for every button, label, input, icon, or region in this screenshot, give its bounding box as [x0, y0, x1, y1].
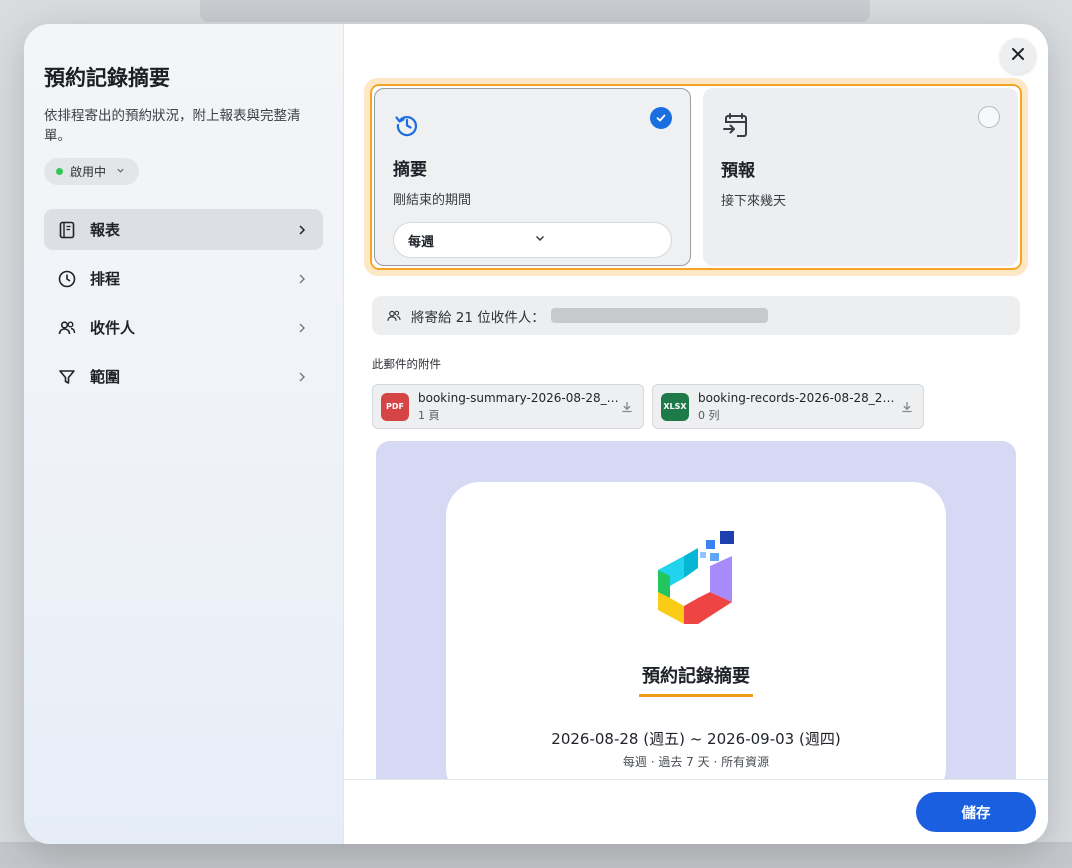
redacted-recipients	[550, 308, 768, 323]
sidebar-item-label: 排程	[90, 270, 121, 288]
preview-title: 預約記錄摘要	[642, 666, 750, 687]
radio-checked-icon[interactable]	[650, 107, 672, 129]
attachments-list: PDF booking-summary-2026-08-28_2026-09-0…	[372, 384, 924, 429]
sidebar-item-schedule[interactable]: 排程	[44, 258, 323, 299]
backdrop-bar	[200, 0, 870, 22]
chevron-right-icon	[295, 370, 309, 384]
sidebar-item-label: 收件人	[90, 319, 136, 337]
calendar-import-icon	[721, 113, 751, 144]
email-preview: 預約記錄摘要 2026-08-28 (週五) ~ 2026-09-03 (週四)…	[376, 441, 1016, 781]
attachment-meta: 1 頁	[418, 408, 440, 422]
close-icon	[1010, 46, 1026, 66]
option-summary-title: 摘要	[393, 160, 427, 180]
status-label: 啟用中	[70, 165, 107, 179]
sidebar: 預約記錄摘要 依排程寄出的預約狀況，附上報表與完整清單。 啟用中 報表 排程 收…	[24, 24, 344, 844]
sidebar-item-label: 範圍	[90, 368, 121, 386]
chevron-right-icon	[295, 223, 309, 237]
sidebar-item-label: 報表	[90, 221, 121, 239]
sidebar-nav: 報表 排程 收件人 範圍	[44, 209, 323, 397]
dialog-description: 依排程寄出的預約狀況，附上報表與完整清單。	[44, 108, 301, 144]
attachment-meta: 0 列	[698, 408, 720, 422]
brand-logo	[648, 526, 744, 640]
attachment-pdf[interactable]: PDF booking-summary-2026-08-28_2026-09-0…	[372, 384, 644, 429]
option-forecast[interactable]: 預報 接下來幾天	[703, 88, 1018, 266]
sidebar-item-report[interactable]: 報表	[44, 209, 323, 250]
radio-unchecked-icon[interactable]	[978, 106, 1000, 128]
option-forecast-subtitle: 接下來幾天	[721, 194, 787, 209]
booking-summary-dialog: 預約記錄摘要 依排程寄出的預約狀況，附上報表與完整清單。 啟用中 報表 排程 收…	[24, 24, 1048, 844]
backdrop-footer	[0, 842, 1072, 868]
attachment-name: booking-records-2026-08-28_2026-09-03.xl…	[698, 390, 899, 405]
dialog-footer: 儲存	[344, 779, 1048, 844]
chevron-right-icon	[295, 272, 309, 286]
pdf-file-icon: PDF	[381, 392, 409, 421]
frequency-value: 每週	[408, 234, 435, 250]
sidebar-item-scope[interactable]: 範圍	[44, 356, 323, 397]
chevron-down-icon	[534, 232, 660, 248]
main-panel: 摘要 剛結束的期間 每週 預報 接下來幾天 將寄給 21 位收件人： 此郵件的附…	[344, 24, 1048, 844]
filter-icon	[56, 366, 78, 388]
email-preview-card: 預約記錄摘要 2026-08-28 (週五) ~ 2026-09-03 (週四)…	[446, 482, 946, 781]
attachment-xlsx[interactable]: XLSX booking-records-2026-08-28_2026-09-…	[652, 384, 924, 429]
chevron-down-icon	[116, 166, 125, 178]
attachment-name: booking-summary-2026-08-28_2026-09-03.pd…	[418, 390, 619, 405]
title-underline	[639, 694, 753, 697]
option-summary[interactable]: 摘要 剛結束的期間 每週	[374, 88, 691, 266]
people-icon	[386, 308, 402, 324]
report-icon	[56, 219, 78, 241]
people-icon	[56, 317, 78, 339]
option-forecast-title: 預報	[721, 161, 755, 181]
dialog-title: 預約記錄摘要	[44, 66, 170, 90]
history-icon	[393, 116, 421, 143]
download-icon[interactable]	[899, 401, 915, 413]
recipients-summary: 將寄給 21 位收件人：	[372, 296, 1020, 335]
save-button[interactable]: 儲存	[916, 792, 1036, 832]
attachments-label: 此郵件的附件	[372, 357, 441, 371]
recipients-text: 將寄給 21 位收件人：	[411, 309, 545, 326]
report-type-options: 摘要 剛結束的期間 每週 預報 接下來幾天	[364, 78, 1028, 276]
status-dropdown[interactable]: 啟用中	[44, 158, 140, 185]
status-dot-icon	[56, 168, 63, 175]
download-icon[interactable]	[619, 401, 635, 413]
close-button[interactable]	[1000, 38, 1036, 74]
preview-subtitle: 每週 · 過去 7 天 · 所有資源	[622, 755, 770, 769]
chevron-right-icon	[295, 321, 309, 335]
preview-date-range: 2026-08-28 (週五) ~ 2026-09-03 (週四)	[551, 730, 841, 748]
clock-icon	[56, 268, 78, 290]
xlsx-file-icon: XLSX	[661, 392, 689, 421]
option-summary-subtitle: 剛結束的期間	[393, 193, 472, 208]
frequency-select[interactable]: 每週	[393, 222, 672, 258]
sidebar-item-recipients[interactable]: 收件人	[44, 307, 323, 348]
